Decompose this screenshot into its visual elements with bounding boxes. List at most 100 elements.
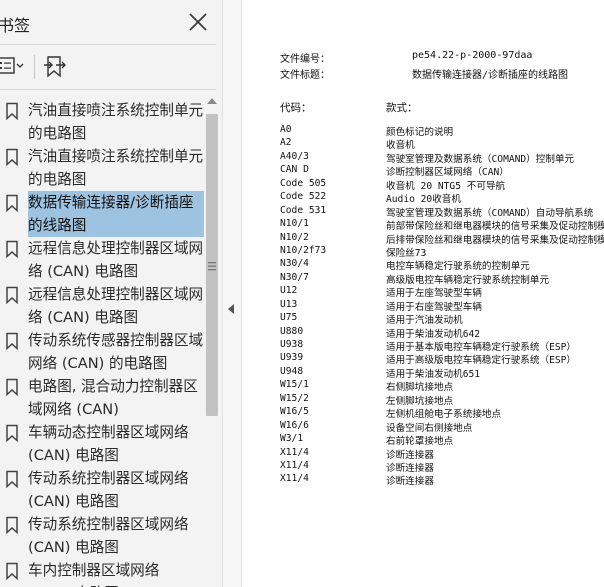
- component-description: 适用于汽油发动机: [386, 315, 463, 327]
- toolbar-divider: [34, 55, 35, 79]
- component-code: Code 522: [280, 191, 327, 203]
- bookmark-icon: [6, 424, 18, 442]
- component-description: 诊断连接器: [386, 476, 434, 488]
- component-description: 设备空间右侧接地点: [386, 422, 473, 434]
- panel-splitter[interactable]: [222, 0, 242, 587]
- table-row: Code 522 Audio 20收音机: [280, 191, 604, 206]
- bookmark-icon: [6, 516, 18, 534]
- table-row: A40/3 驾驶室管理及数据系统（COMAND）控制单元: [280, 150, 604, 165]
- bookmark-item[interactable]: 数据传输连接器/诊断插座的线路图: [0, 188, 204, 237]
- component-description: 颜色标记的说明: [386, 127, 454, 138]
- bookmark-item[interactable]: 远程信息处理控制器区域网络 (CAN) 电路图: [0, 280, 204, 326]
- component-description: 右侧脚坑接地点: [386, 382, 454, 394]
- table-row: U75 适用于汽油发动机: [280, 312, 604, 327]
- bookmark-icon: [6, 286, 18, 304]
- table-row: N10/2 后排带保险丝和继电器模块的信号采集及促动控制模块: [280, 232, 604, 246]
- component-description: 保险丝73: [386, 247, 427, 259]
- bookmark-label: 车内控制器区域网络 (CAN) 电路图: [28, 562, 160, 587]
- table-row: W16/5 左侧机组舱电子系统接地点: [280, 406, 604, 420]
- bookmark-icon: [6, 332, 18, 350]
- close-icon: [189, 13, 207, 31]
- table-row: U13 适用于右座驾驶型车辆: [280, 298, 604, 313]
- component-code: X11/4: [280, 473, 309, 485]
- description-column-header: 款式：: [386, 102, 418, 114]
- component-description: 驾驶室管理及数据系统（COMAND）自动导航系统: [386, 207, 594, 219]
- component-code: N30/4: [280, 258, 309, 270]
- component-description: 诊断连接器: [386, 449, 434, 461]
- bookmarks-panel: 书签 汽油直接喷注系统控制单元的电路图 汽油直接喷注系统控制单元的电路图 数据传…: [0, 0, 224, 587]
- bookmark-icon: [6, 102, 18, 120]
- component-code: W15/1: [280, 379, 309, 391]
- component-description: 右前轮罩接地点: [386, 436, 454, 448]
- bookmark-icon: [6, 240, 18, 258]
- component-description: 适用于高级版电控车辆稳定行驶系统（ESP）: [386, 355, 577, 367]
- table-row: U948 适用于柴油发动机651: [280, 366, 604, 380]
- collapse-panel-arrow-icon[interactable]: [228, 304, 234, 314]
- table-row: N30/4 电控车辆稳定行驶系统的控制单元: [280, 258, 604, 273]
- table-row: N10/2f73 保险丝73: [280, 245, 604, 259]
- panel-header: 书签: [0, 0, 224, 44]
- bookmark-label: 汽油直接喷注系统控制单元的电路图: [28, 102, 204, 142]
- component-description: 诊断控制器区域网络（CAN）: [386, 167, 509, 179]
- component-code: W16/5: [280, 406, 309, 418]
- component-code: U939: [280, 352, 304, 364]
- bookmark-item[interactable]: 电路图, 混合动力控制器区域网络 (CAN): [0, 372, 204, 418]
- find-current-bookmark-button[interactable]: [42, 54, 68, 80]
- component-code: X11/4: [280, 459, 309, 471]
- bookmarks-toolbar: [0, 45, 224, 89]
- component-description: 适用于左座驾驶型车辆: [386, 288, 482, 300]
- bookmark-item[interactable]: 传动系统控制器区域网络 (CAN) 电路图: [0, 464, 204, 510]
- bookmark-icon: [6, 562, 18, 580]
- table-row: A0 颜色标记的说明: [280, 124, 604, 138]
- bookmark-item[interactable]: 传动系统控制器区域网络 (CAN) 电路图: [0, 510, 204, 556]
- bookmark-item[interactable]: 传动系统传感器控制器区域网络 (CAN) 的电路图: [0, 326, 204, 372]
- component-code: U880: [280, 325, 304, 337]
- divider: [0, 89, 216, 90]
- bookmark-scrollbar[interactable]: [204, 96, 220, 587]
- component-code: N10/1: [280, 218, 309, 230]
- doc-number-value: pe54.22-p-2000-97daa: [412, 50, 533, 61]
- bookmark-icon: [6, 194, 18, 212]
- bookmark-label: 数据传输连接器/诊断插座的线路图: [28, 191, 204, 237]
- bookmark-item[interactable]: 远程信息处理控制器区域网络 (CAN) 电路图: [0, 234, 204, 280]
- table-row: W15/2 左侧脚坑接地点: [280, 392, 604, 407]
- bookmark-label: 传动系统控制器区域网络 (CAN) 电路图: [28, 516, 189, 556]
- component-description: Audio 20收音机: [386, 194, 461, 206]
- bookmark-label: 电路图, 混合动力控制器区域网络 (CAN): [28, 378, 198, 418]
- component-description: 收音机: [386, 140, 415, 152]
- bookmark-label: 远程信息处理控制器区域网络 (CAN) 电路图: [28, 240, 204, 280]
- table-row: A2 收音机: [280, 137, 604, 152]
- table-row: N10/1 前部带保险丝和继电器模块的信号采集及促动控制模块: [280, 218, 604, 232]
- component-description: 电控车辆稳定行驶系统的控制单元: [386, 261, 530, 273]
- table-row: W15/1 右侧脚坑接地点: [280, 379, 604, 394]
- component-code: W15/2: [280, 392, 309, 404]
- bookmark-item[interactable]: 车辆动态控制器区域网络 (CAN) 电路图: [0, 418, 204, 464]
- options-icon: [0, 57, 24, 74]
- component-code: CAN D: [280, 164, 309, 176]
- component-description: 收音机 20 NTG5 不可导航: [386, 180, 506, 192]
- component-code: A2: [280, 137, 292, 149]
- bookmark-item[interactable]: 车内控制器区域网络 (CAN) 电路图: [0, 556, 204, 587]
- component-description: 适用于基本版电控车辆稳定行驶系统（ESP）: [386, 342, 577, 353]
- table-row: Code 505 收音机 20 NTG5 不可导航: [280, 177, 604, 192]
- component-description: 适用于柴油发动机642: [386, 328, 481, 340]
- component-description: 适用于右座驾驶型车辆: [386, 301, 482, 313]
- component-code: Code 531: [280, 204, 327, 216]
- table-row: CAN D 诊断控制器区域网络（CAN）: [280, 164, 604, 179]
- bookmark-icon: [6, 378, 18, 396]
- bookmark-list: 汽油直接喷注系统控制单元的电路图 汽油直接喷注系统控制单元的电路图 数据传输连接器/…: [0, 96, 204, 587]
- options-menu-button[interactable]: [0, 55, 26, 77]
- bookmark-icon: [6, 148, 18, 166]
- bookmark-item[interactable]: 汽油直接喷注系统控制单元的电路图: [0, 142, 204, 188]
- component-code: W3/1: [280, 433, 304, 445]
- bookmark-item[interactable]: 汽油直接喷注系统控制单元的电路图: [0, 96, 204, 142]
- component-description: 高级版电控车辆稳定行驶系统控制单元: [386, 274, 550, 286]
- resize-grip-icon[interactable]: [208, 261, 216, 271]
- scroll-up-arrow-icon[interactable]: [207, 98, 217, 104]
- component-code: U13: [280, 298, 298, 310]
- close-panel-button[interactable]: [186, 10, 210, 34]
- doc-title-label: 文件标题：: [280, 70, 330, 81]
- component-code: N30/7: [280, 271, 309, 283]
- component-code: A40/3: [280, 150, 309, 162]
- component-code: Code 505: [280, 177, 327, 189]
